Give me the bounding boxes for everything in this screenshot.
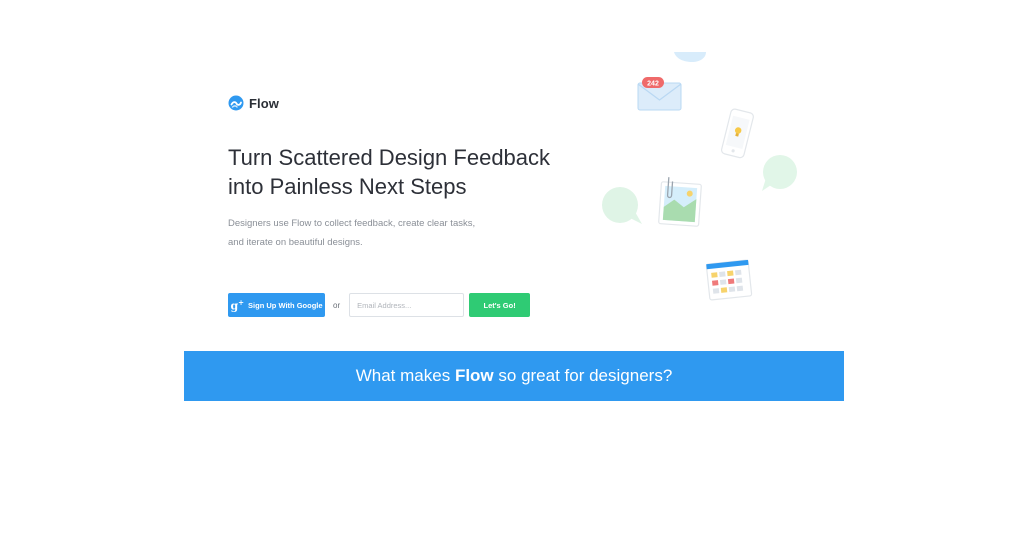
hero-subtext: Designers use Flow to collect feedback, …: [228, 214, 528, 252]
email-field[interactable]: [349, 293, 465, 317]
chat-bubble-icon: [674, 52, 706, 62]
google-plus-icon: g+: [230, 297, 245, 313]
phone-icon: [720, 108, 754, 159]
subtext-line-2: and iterate on beautiful designs.: [228, 237, 363, 248]
hero-headline: Turn Scattered Design Feedback into Pain…: [228, 143, 608, 201]
banner-prefix: What makes: [355, 366, 451, 385]
hero-illustration: 242: [602, 52, 797, 301]
lets-go-button[interactable]: Let's Go!: [469, 293, 531, 317]
logo[interactable]: Flow: [228, 95, 279, 111]
chat-bubble-icon: [602, 187, 642, 224]
chat-bubble-icon: [762, 155, 797, 191]
mail-badge-count: 242: [647, 81, 659, 88]
headline-line-1: Turn Scattered Design Feedback: [228, 145, 551, 170]
banner-highlight: Flow: [454, 366, 494, 385]
logo-text: Flow: [249, 95, 280, 111]
photo-icon: [658, 177, 702, 227]
mail-icon: 242: [637, 77, 682, 111]
banner-suffix: so great for designers?: [498, 366, 673, 385]
flow-logo-icon: [228, 95, 244, 111]
google-signup-button[interactable]: g+ Sign Up With Google: [228, 293, 325, 317]
signup-form: g+ Sign Up With Google or Let's Go!: [228, 293, 531, 317]
headline-line-2: into Painless Next Steps: [228, 174, 467, 199]
subtext-line-1: Designers use Flow to collect feedback, …: [228, 218, 476, 229]
features-banner: What makes Flow so great for designers?: [184, 351, 844, 401]
calendar-icon: [705, 259, 753, 301]
or-separator: or: [333, 300, 341, 310]
google-signup-label: Sign Up With Google: [248, 300, 323, 310]
